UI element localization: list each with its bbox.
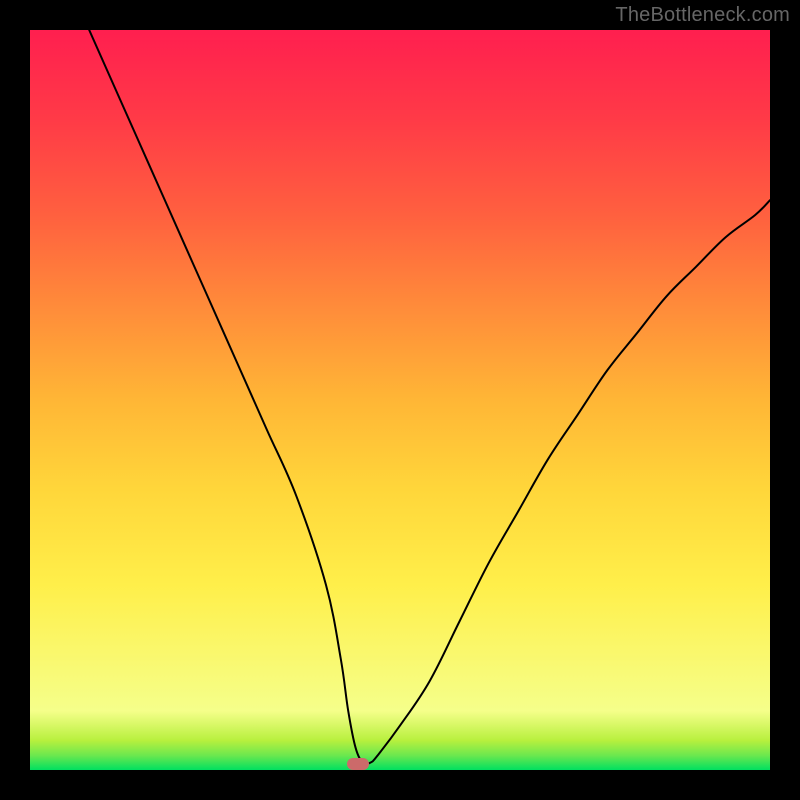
chart-frame: TheBottleneck.com [0, 0, 800, 800]
curve-path [89, 30, 770, 764]
minimum-marker [347, 758, 369, 770]
plot-area [30, 30, 770, 770]
curve-svg [30, 30, 770, 770]
watermark-text: TheBottleneck.com [615, 4, 790, 27]
